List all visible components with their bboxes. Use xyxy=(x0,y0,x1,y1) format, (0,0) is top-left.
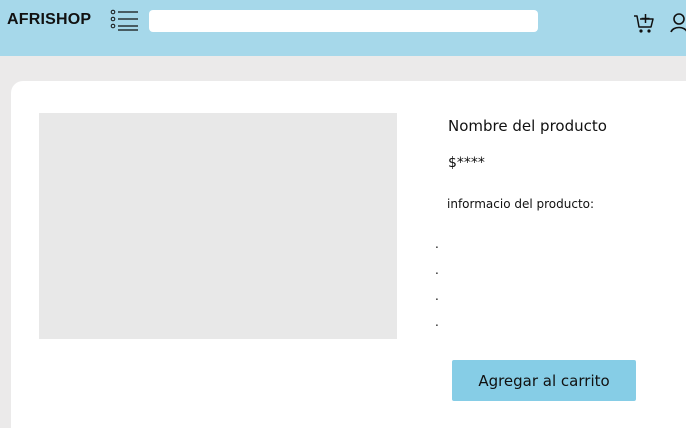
product-info-list: . . . . xyxy=(435,231,439,335)
logo[interactable]: AFRISHOP xyxy=(7,11,91,29)
search-input[interactable] xyxy=(149,10,538,32)
list-item: . xyxy=(435,289,439,303)
product-image-placeholder xyxy=(39,113,397,339)
product-price: $**** xyxy=(448,155,485,171)
page: AFRISHOP Nombre del producto $**** infor… xyxy=(0,0,686,428)
top-bar: AFRISHOP xyxy=(0,0,686,56)
product-info-label: informacio del producto: xyxy=(447,197,595,211)
list-menu-icon[interactable] xyxy=(110,9,140,33)
shopping-cart-add-icon[interactable] xyxy=(633,12,655,34)
list-item: . xyxy=(435,315,439,329)
product-card: Nombre del producto $**** informacio del… xyxy=(11,81,686,428)
add-to-cart-button[interactable]: Agregar al carrito xyxy=(452,360,636,401)
list-item: . xyxy=(435,237,439,251)
product-name: Nombre del producto xyxy=(448,117,607,135)
list-item: . xyxy=(435,263,439,277)
user-icon[interactable] xyxy=(670,12,686,34)
